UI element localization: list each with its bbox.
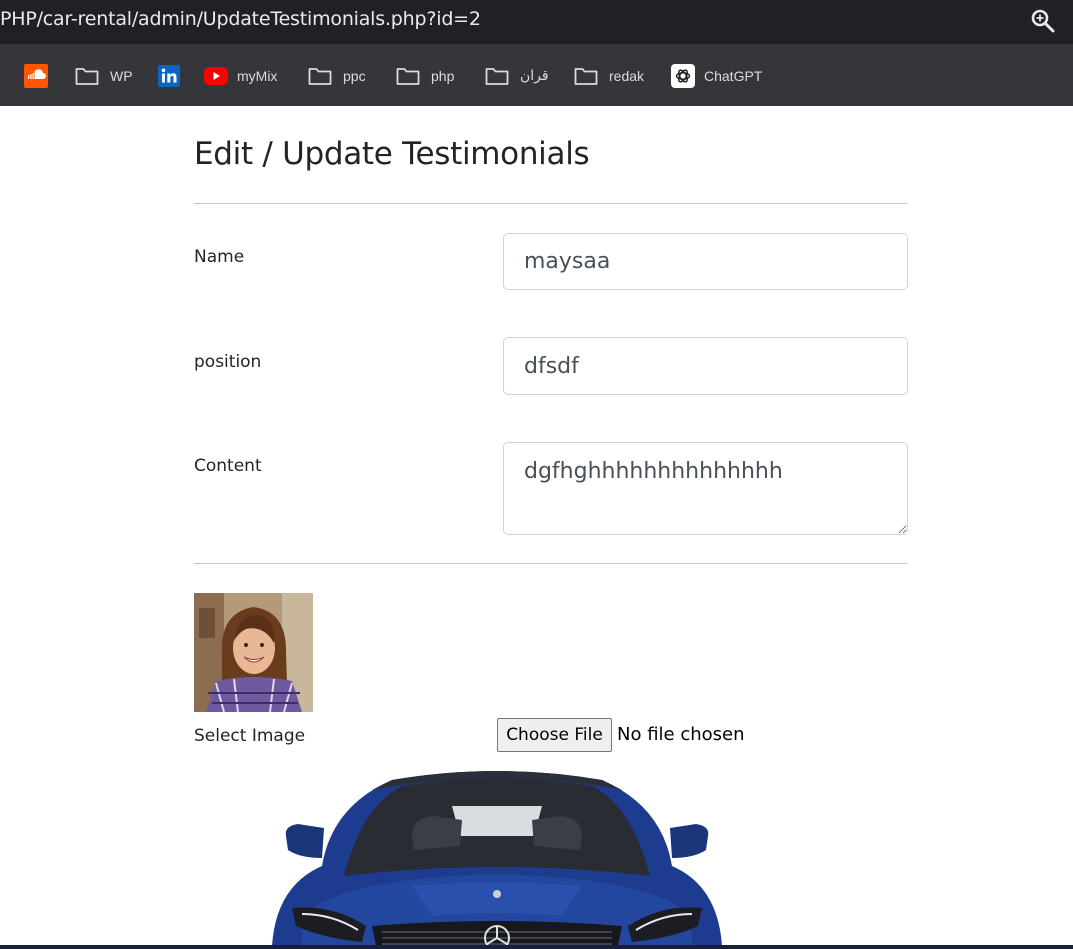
content-label: Content: [194, 456, 262, 476]
soundcloud-icon: [24, 64, 48, 88]
bookmark-quran[interactable]: قران: [485, 63, 549, 89]
bookmarks-bar: WP myMix ppc php قران redak ChatGPT: [0, 44, 1073, 106]
folder-icon: [308, 64, 332, 88]
bookmark-label: myMix: [237, 68, 278, 84]
bookmark-mymix[interactable]: myMix: [204, 63, 277, 89]
bookmark-php[interactable]: php: [396, 63, 454, 89]
position-input[interactable]: [503, 337, 908, 395]
bookmark-wp[interactable]: WP: [75, 63, 133, 89]
bookmark-ppc[interactable]: ppc: [308, 63, 366, 89]
address-bar: PHP/car-rental/admin/UpdateTestimonials.…: [0, 0, 1073, 44]
divider: [194, 563, 908, 564]
bookmark-label: قران: [520, 68, 549, 84]
bookmark-label: ppc: [343, 68, 366, 84]
folder-icon: [574, 64, 598, 88]
divider: [194, 203, 908, 204]
chatgpt-icon: [671, 64, 695, 88]
url-text[interactable]: PHP/car-rental/admin/UpdateTestimonials.…: [0, 8, 481, 30]
folder-icon: [75, 64, 99, 88]
position-label: position: [194, 352, 262, 372]
bookmark-label: ChatGPT: [704, 68, 763, 84]
folder-icon: [396, 64, 420, 88]
select-image-label: Select Image: [194, 726, 306, 746]
page-title: Edit / Update Testimonials: [194, 136, 590, 172]
name-input[interactable]: [503, 233, 908, 290]
content-textarea[interactable]: dgfhghhhhhhhhhhhhhh: [503, 442, 908, 535]
name-label: Name: [194, 247, 245, 267]
file-status: No file chosen: [617, 724, 745, 745]
bookmark-chatgpt[interactable]: ChatGPT: [671, 63, 762, 89]
choose-file-button[interactable]: Choose File: [497, 718, 612, 752]
bookmark-linkedin[interactable]: [157, 63, 181, 89]
bookmark-redak[interactable]: redak: [574, 63, 644, 89]
bookmark-label: WP: [110, 68, 133, 84]
bookmark-label: redak: [609, 68, 645, 84]
youtube-icon: [204, 64, 228, 88]
bottom-bar: [0, 945, 1073, 949]
testimonial-photo: [194, 593, 313, 712]
linkedin-icon: [157, 64, 181, 88]
car-image: [262, 766, 732, 949]
zoom-icon[interactable]: [1030, 8, 1056, 34]
bookmark-label: php: [431, 68, 455, 84]
bookmark-soundcloud[interactable]: [24, 63, 48, 89]
folder-icon: [485, 64, 509, 88]
